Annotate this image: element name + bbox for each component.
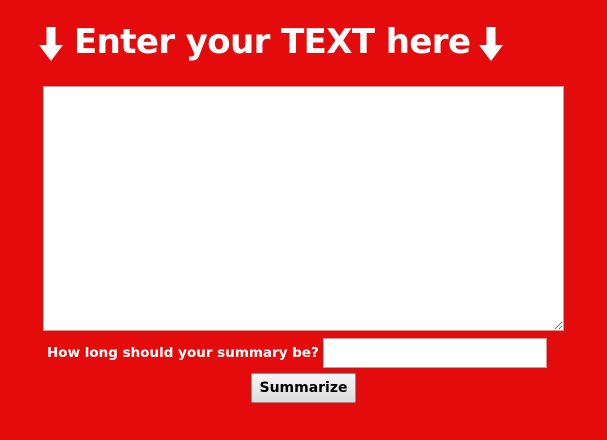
summary-length-row: How long should your summary be? (47, 338, 547, 368)
page-header: Enter your TEXT here (38, 18, 504, 66)
summary-length-input[interactable] (322, 338, 547, 368)
summarize-button[interactable]: Summarize (251, 373, 356, 403)
arrow-down-icon (38, 24, 64, 64)
page-title: Enter your TEXT here (74, 22, 471, 62)
arrow-down-icon (478, 24, 504, 64)
summary-length-label: How long should your summary be? (47, 345, 319, 361)
text-input-area[interactable] (43, 86, 564, 331)
